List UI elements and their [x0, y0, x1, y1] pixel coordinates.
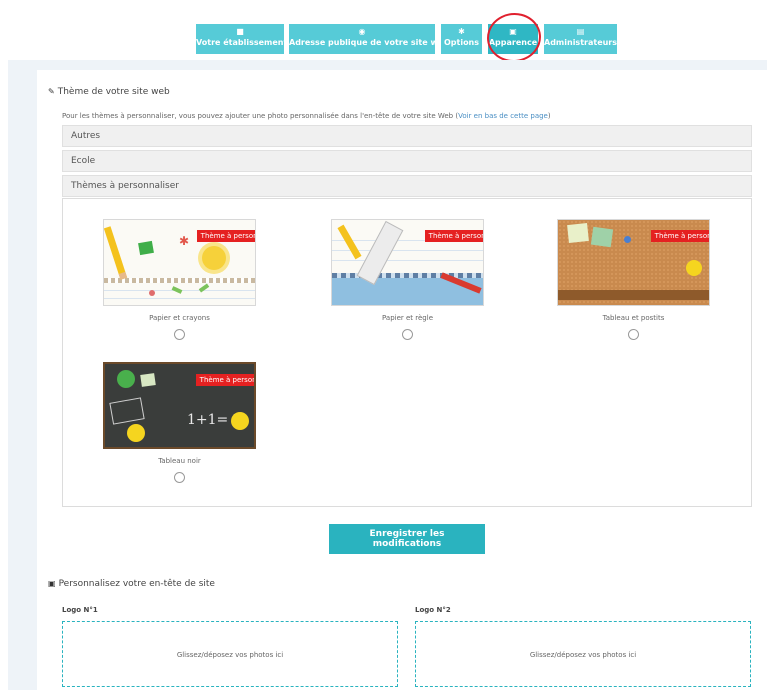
- tab-administrateurs[interactable]: ▤ Administrateurs: [544, 24, 617, 54]
- gear-icon: ✱: [458, 27, 465, 36]
- header-section-title: ▣ Personnalisez votre en-tête de site: [48, 579, 215, 589]
- theme-thumbnail[interactable]: ✱ Thème à personnaliser: [103, 219, 256, 306]
- tab-label: Adresse publique de votre site web: [289, 38, 449, 47]
- theme-name: Papier et règle: [382, 314, 433, 322]
- tab-votre-etablissement[interactable]: ■ Votre établissement: [196, 24, 288, 54]
- customizable-badge: Thème à personnaliser: [424, 230, 483, 242]
- theme-name: Papier et crayons: [149, 314, 210, 322]
- theme-radio[interactable]: [174, 472, 185, 483]
- home-icon: ■: [236, 27, 244, 36]
- customizable-badge: Thème à personnaliser: [650, 230, 709, 242]
- accordion-ecole[interactable]: Ecole: [62, 150, 752, 172]
- tab-options[interactable]: ✱ Options: [441, 24, 482, 54]
- bottom-of-page-link[interactable]: Voir en bas de cette page: [458, 112, 548, 120]
- theme-thumbnail[interactable]: 1+1= 2 Thème à personnaliser: [103, 362, 256, 449]
- tab-label: Votre établissement: [196, 38, 288, 47]
- pencil-illustration: [337, 224, 362, 260]
- customizable-badge: Thème à personnaliser: [195, 374, 254, 386]
- theme-intro-text: Pour les thèmes à personnaliser, vous po…: [62, 112, 551, 120]
- theme-radio[interactable]: [174, 329, 185, 340]
- smiley-illustration: [127, 424, 145, 442]
- user-icon: ▤: [576, 27, 585, 36]
- smiley-illustration: [231, 412, 249, 430]
- theme-papier-regle[interactable]: Thème à personnaliser Papier et règle: [331, 219, 484, 340]
- accordion-themes-a-personnaliser[interactable]: Thèmes à personnaliser: [62, 175, 752, 197]
- accordion-autres[interactable]: Autres: [62, 125, 752, 147]
- tab-apparence[interactable]: ▣ Apparence: [488, 24, 538, 54]
- save-changes-button[interactable]: Enregistrer les modifications: [329, 524, 485, 554]
- logo2-dropzone[interactable]: Glissez/déposez vos photos ici: [415, 621, 751, 687]
- sun-illustration: [202, 246, 226, 270]
- logo1-label: Logo N°1: [62, 606, 98, 614]
- tab-label: Administrateurs: [544, 38, 618, 47]
- top-navigation: ■ Votre établissement ◉ Adresse publique…: [0, 24, 767, 56]
- tab-adresse-publique[interactable]: ◉ Adresse publique de votre site web: [289, 24, 449, 54]
- image-icon: ▣: [509, 27, 517, 36]
- tab-label: Apparence: [488, 38, 538, 47]
- theme-papier-crayons[interactable]: ✱ Thème à personnaliser Papier et crayon…: [103, 219, 256, 340]
- customizable-badge: Thème à personnaliser: [196, 230, 255, 242]
- book-illustration: [109, 397, 145, 425]
- sharpener-illustration: [138, 240, 154, 256]
- theme-radio[interactable]: [402, 329, 413, 340]
- paint-icon: ✎: [48, 87, 55, 96]
- postit-illustration: [567, 223, 589, 243]
- logo2-label: Logo N°2: [415, 606, 451, 614]
- tab-label: Options: [443, 38, 480, 47]
- theme-name: Tableau noir: [158, 457, 201, 465]
- postit-illustration: [590, 226, 614, 248]
- theme-tableau-noir[interactable]: 1+1= 2 Thème à personnaliser Tableau noi…: [103, 362, 256, 483]
- smiley-illustration: [686, 260, 702, 276]
- theme-name: Tableau et postits: [602, 314, 665, 322]
- logo1-dropzone[interactable]: Glissez/déposez vos photos ici: [62, 621, 398, 687]
- theme-radio[interactable]: [628, 329, 639, 340]
- theme-section-title: ✎ Thème de votre site web: [48, 87, 170, 97]
- pencil-illustration: [104, 226, 128, 280]
- theme-thumbnail[interactable]: Thème à personnaliser: [331, 219, 484, 306]
- smiley-illustration: [117, 370, 135, 388]
- image-icon: ▣: [48, 579, 56, 588]
- theme-thumbnail[interactable]: Thème à personnaliser: [557, 219, 710, 306]
- globe-icon: ◉: [358, 27, 366, 36]
- theme-tableau-postits[interactable]: Thème à personnaliser Tableau et postits: [557, 219, 710, 340]
